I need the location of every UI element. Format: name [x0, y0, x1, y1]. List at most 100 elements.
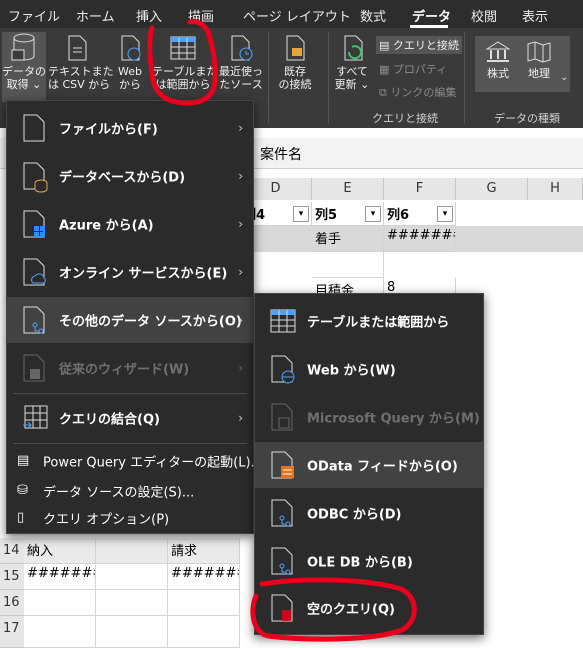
properties-icon: ▦	[379, 63, 393, 76]
recent-sources-label: 最近使っ たソース	[219, 65, 263, 91]
tab-page-layout[interactable]: ページ レイアウト	[243, 6, 351, 25]
table-cell[interactable]: 請求	[168, 538, 240, 564]
column-header-h[interactable]: H	[528, 178, 583, 200]
map-icon	[527, 41, 551, 63]
table-cell[interactable]	[24, 590, 96, 616]
filter-dropdown-icon[interactable]: ▾	[293, 206, 309, 222]
get-data-button[interactable]: データの 取得 ⌄	[2, 32, 46, 102]
chevron-right-icon: ›	[238, 217, 243, 231]
existing-connections-icon	[286, 35, 305, 61]
table-cell[interactable]: #######	[168, 564, 240, 590]
table-header-cell[interactable]: 列6 ▾	[384, 202, 456, 226]
from-web-button[interactable]: Web から	[112, 34, 148, 91]
recent-sources-button[interactable]: 最近使っ たソース	[218, 34, 264, 91]
odata-icon	[271, 451, 294, 479]
queries-connections-button[interactable]: ▤ クエリと接続	[376, 36, 462, 54]
tab-review[interactable]: 校閲	[471, 6, 497, 25]
row-header-14[interactable]: 14	[0, 538, 24, 564]
menu-item-query-options[interactable]: ▯ クエリ オプション(P)	[7, 505, 253, 531]
submenu-item-from-odata[interactable]: OData フィードから(O)	[255, 442, 483, 488]
file-icon	[23, 114, 45, 142]
ribbon-divider	[268, 32, 269, 124]
column-header-e[interactable]: E	[312, 178, 384, 200]
group-label-datatypes: データの種類	[494, 112, 560, 125]
legacy-wizard-icon	[23, 354, 45, 382]
filter-dropdown-icon[interactable]: ▾	[437, 206, 453, 222]
submenu-item-from-table[interactable]: テーブルまたは範囲から	[255, 298, 483, 344]
link-icon: ⧉	[379, 86, 391, 99]
refresh-all-button[interactable]: すべて 更新 ⌄	[332, 34, 372, 91]
ribbon-divider	[464, 32, 465, 124]
formula-bar-text: 案件名	[260, 147, 302, 163]
combine-queries-icon	[23, 405, 48, 429]
stocks-button[interactable]: 株式	[478, 40, 518, 80]
gallery-more-icon[interactable]: ⌄	[560, 72, 568, 83]
menu-item-launch-power-query[interactable]: ▤ Power Query エディターの起動(L)...	[7, 447, 263, 475]
tab-data[interactable]: データ	[412, 6, 451, 25]
table-cell[interactable]	[96, 616, 168, 648]
geography-button[interactable]: 地理	[520, 40, 558, 80]
menu-item-from-other-sources[interactable]: その他のデータ ソースから(O) ›	[7, 297, 253, 343]
power-query-icon: ▤	[17, 453, 30, 468]
chevron-right-icon: ›	[238, 411, 243, 425]
table-cell[interactable]: #######	[24, 564, 96, 590]
column-header-g[interactable]: G	[456, 178, 528, 200]
tab-formulas[interactable]: 数式	[360, 6, 386, 25]
row-header-17[interactable]: 17	[0, 616, 24, 648]
query-options-icon: ▯	[17, 510, 25, 525]
menu-item-combine-queries[interactable]: クエリの結合(Q) ›	[7, 395, 253, 441]
other-sources-submenu: テーブルまたは範囲から Web から(W) Microsoft Query から…	[254, 293, 484, 635]
bank-icon	[485, 41, 511, 62]
tab-view[interactable]: 表示	[522, 6, 548, 25]
web-file-icon	[121, 35, 141, 61]
other-sources-icon	[23, 306, 45, 334]
microsoft-query-icon	[271, 403, 293, 431]
submenu-item-from-oledb[interactable]: OLE DB から(B)	[255, 538, 483, 584]
chevron-right-icon: ›	[238, 265, 243, 279]
data-source-settings-icon: ⛁	[17, 483, 28, 498]
submenu-item-from-web[interactable]: Web から(W)	[255, 346, 483, 392]
queries-icon: ▤	[379, 39, 393, 52]
tab-insert[interactable]: 挿入	[136, 6, 162, 25]
table-cell[interactable]: #######	[384, 226, 456, 252]
from-text-csv-button[interactable]: テキストまた は CSV から	[48, 34, 114, 91]
chevron-right-icon: ›	[238, 169, 243, 183]
oledb-icon	[271, 547, 293, 575]
table-cell[interactable]: 着手	[312, 226, 384, 252]
cloud-icon	[23, 258, 46, 286]
geography-label: 地理	[528, 67, 550, 80]
filter-dropdown-icon[interactable]: ▾	[365, 206, 381, 222]
table-cell[interactable]	[96, 564, 168, 590]
menu-separator	[13, 443, 247, 444]
table-cell[interactable]: 納入	[24, 538, 96, 564]
submenu-item-blank-query[interactable]: 空のクエリ(Q)	[255, 586, 483, 630]
submenu-item-from-odbc[interactable]: ODBC から(D)	[255, 490, 483, 536]
menu-item-from-online-services[interactable]: オンライン サービスから(E) ›	[7, 249, 253, 295]
web-file-icon	[271, 355, 295, 384]
properties-button: ▦ プロパティ	[379, 63, 448, 76]
table-cell[interactable]	[24, 616, 96, 648]
from-table-range-button[interactable]: テーブルまた は範囲から	[152, 34, 217, 91]
tab-home[interactable]: ホーム	[76, 6, 115, 25]
menu-item-from-file[interactable]: ファイルから(F) ›	[7, 105, 253, 151]
table-cell[interactable]	[96, 590, 168, 616]
row-header-15[interactable]: 15	[0, 564, 24, 590]
menu-item-data-source-settings[interactable]: ⛁ データ ソースの設定(S)...	[7, 477, 253, 505]
get-data-label: データの 取得 ⌄	[2, 65, 46, 91]
table-cell[interactable]	[168, 590, 240, 616]
menu-item-from-database[interactable]: データベースから(D) ›	[7, 153, 253, 199]
tab-draw[interactable]: 描画	[188, 6, 214, 25]
blank-query-icon	[271, 594, 293, 622]
table-header-cell[interactable]: 列5 ▾	[312, 202, 384, 226]
chevron-right-icon: ›	[238, 361, 243, 375]
column-header-f[interactable]: F	[384, 178, 456, 200]
existing-connections-button[interactable]: 既存 の接続	[274, 34, 316, 91]
table-cell[interactable]	[312, 252, 384, 278]
table-cell[interactable]	[168, 616, 240, 648]
edit-links-button: ⧉ リンクの編集	[379, 86, 457, 99]
row-header-16[interactable]: 16	[0, 590, 24, 616]
table-cell[interactable]	[96, 538, 168, 564]
tab-file[interactable]: ファイル	[8, 6, 60, 25]
from-web-label: Web から	[118, 65, 142, 91]
menu-item-from-azure[interactable]: Azure から(A) ›	[7, 201, 253, 247]
